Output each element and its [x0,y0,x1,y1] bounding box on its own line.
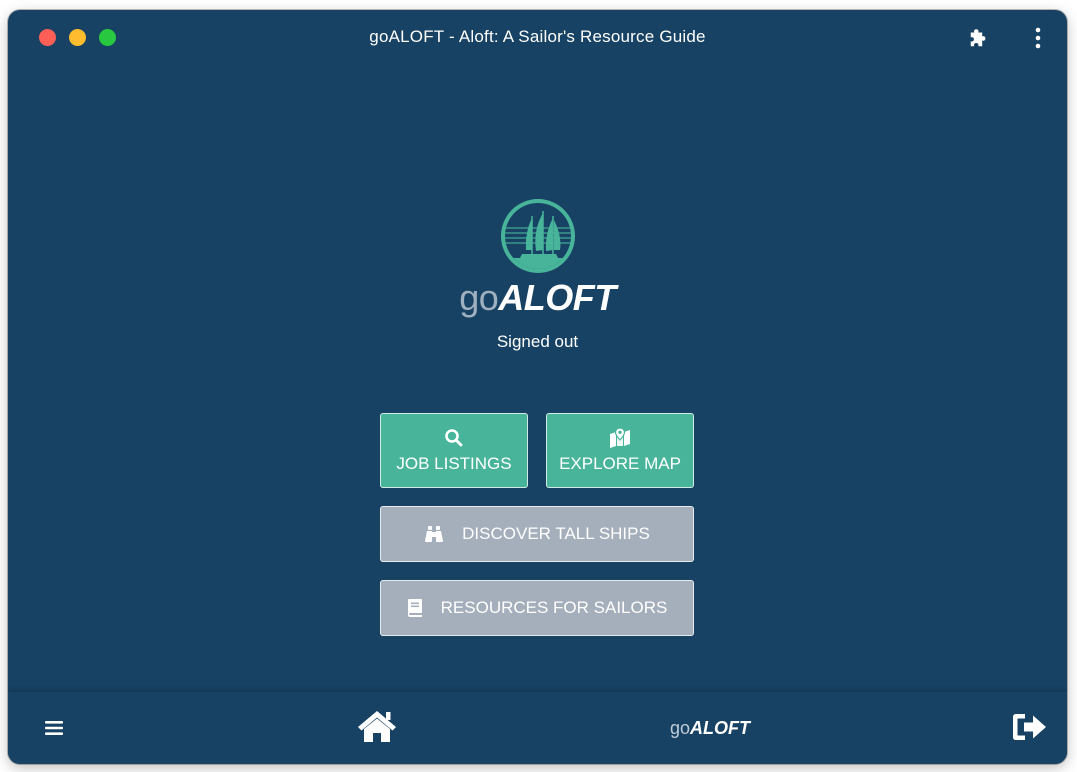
title-bar: goALOFT - Aloft: A Sailor's Resource Gui… [8,10,1067,64]
discover-tall-ships-button[interactable]: DISCOVER TALL SHIPS [380,506,694,562]
window-title: goALOFT - Aloft: A Sailor's Resource Gui… [369,27,706,46]
job-listings-button[interactable]: JOB LISTINGS [380,413,528,488]
kebab-menu-icon[interactable] [1025,25,1051,51]
home-content: goALOFT Signed out [8,198,1067,352]
sign-in-status: Signed out [496,332,579,351]
app-wordmark: goALOFT [459,277,616,318]
search-icon [444,428,464,448]
resources-for-sailors-button[interactable]: RESOURCES FOR SAILORS [380,580,694,636]
book-icon [407,599,423,617]
resources-for-sailors-label: RESOURCES FOR SAILORS [440,598,668,617]
footer-wordmark: goALOFT [670,718,751,738]
home-icon[interactable] [356,708,398,744]
goaloft-logo-icon [500,198,576,274]
explore-map-button[interactable]: EXPLORE MAP [546,413,694,488]
bottom-nav-bar: goALOFT [8,692,1067,764]
sign-out-icon[interactable] [1011,710,1049,744]
app-window: goALOFT - Aloft: A Sailor's Resource Gui… [8,10,1067,764]
discover-tall-ships-label: DISCOVER TALL SHIPS [462,524,650,543]
map-marker-icon [609,427,631,448]
explore-map-label: EXPLORE MAP [559,453,681,473]
job-listings-label: JOB LISTINGS [396,453,512,473]
puzzle-icon[interactable] [966,25,992,51]
hamburger-menu-icon[interactable] [42,716,66,740]
binoculars-icon [424,525,444,543]
